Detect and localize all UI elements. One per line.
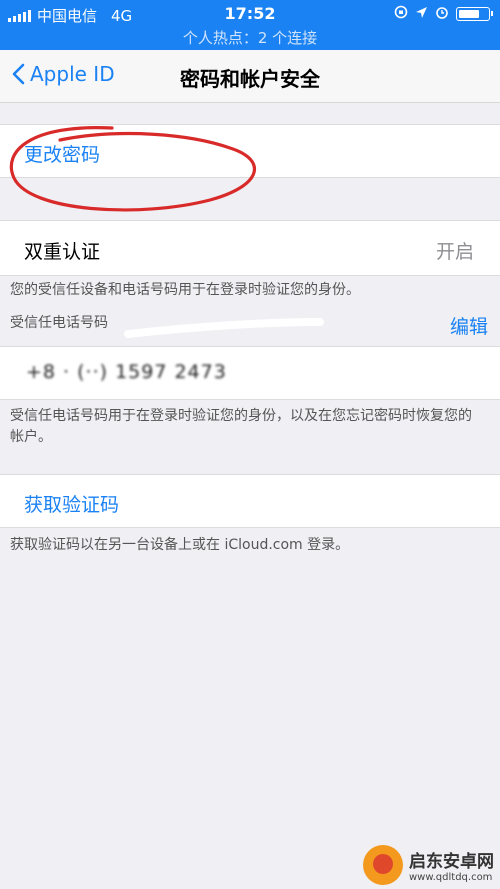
battery-icon xyxy=(456,7,493,21)
trusted-number-row[interactable]: +8 · (··) 1597 2473 xyxy=(0,346,500,400)
trusted-numbers-header: 受信任电话号码 xyxy=(10,315,108,331)
two-factor-status: 开启 xyxy=(435,241,474,263)
get-verification-code-row[interactable]: 获取验证码 xyxy=(0,474,500,528)
navigation-bar: Apple ID 密码和帐户安全 xyxy=(0,50,500,103)
watermark-url: www.qdltdq.com xyxy=(409,872,493,883)
trusted-numbers-footnote: 受信任电话号码用于在登录时验证您的身份，以及在您忘记密码时恢复您的帐户。 xyxy=(10,408,472,445)
location-icon xyxy=(415,6,428,23)
alarm-icon xyxy=(435,5,449,23)
verification-code-footnote: 获取验证码以在另一台设备上或在 iCloud.com 登录。 xyxy=(10,537,350,553)
get-verification-code-label: 获取验证码 xyxy=(24,494,120,516)
trusted-phone-number: +8 · (··) 1597 2473 xyxy=(26,361,227,383)
change-password-row[interactable]: 更改密码 xyxy=(0,124,500,178)
two-factor-label: 双重认证 xyxy=(24,241,101,263)
watermark: 启东安卓网 www.qdltdq.com xyxy=(363,845,494,885)
page-title: 密码和帐户安全 xyxy=(180,67,320,91)
hotspot-status[interactable]: 个人热点：2 个连接 xyxy=(0,27,500,48)
change-password-label: 更改密码 xyxy=(24,144,101,166)
edit-button[interactable]: 编辑 xyxy=(450,312,488,339)
watermark-name: 启东安卓网 xyxy=(409,852,494,872)
status-bar: 中国电信 4G 17:52 个人热点：2 个连接 xyxy=(0,0,500,50)
rotation-lock-icon xyxy=(394,5,408,23)
two-factor-footnote: 您的受信任设备和电话号码用于在登录时验证您的身份。 xyxy=(10,282,360,298)
status-icons xyxy=(394,5,493,23)
two-factor-row: 双重认证 开启 xyxy=(0,220,500,276)
watermark-logo-icon xyxy=(363,845,403,885)
